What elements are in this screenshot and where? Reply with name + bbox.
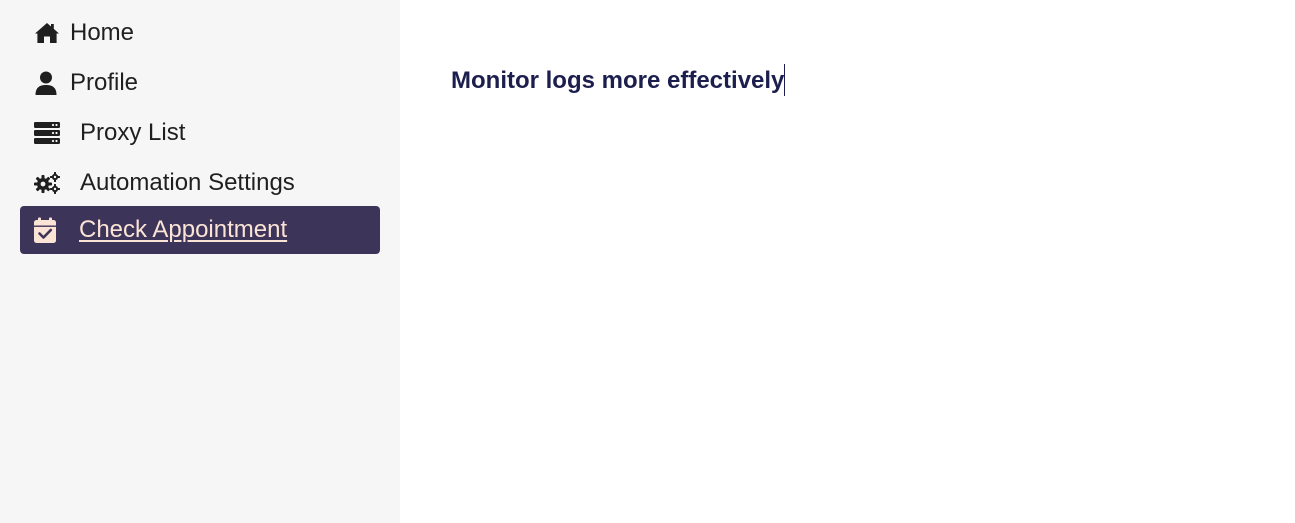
- sidebar: Home Profile Proxy List Automation Setti…: [0, 0, 400, 523]
- sidebar-item-automation-settings[interactable]: Automation Settings: [20, 159, 380, 207]
- sidebar-item-proxy-list[interactable]: Proxy List: [20, 109, 380, 157]
- sidebar-item-label: Check Appointment: [79, 216, 288, 243]
- gears-icon: [34, 170, 60, 196]
- calendar-check-icon: [34, 217, 60, 243]
- sidebar-item-label: Automation Settings: [80, 169, 295, 196]
- sidebar-item-label: Home: [70, 19, 135, 46]
- sidebar-item-profile[interactable]: Profile: [20, 59, 380, 107]
- sidebar-item-label: Profile: [70, 69, 139, 96]
- text-caret: [784, 64, 786, 96]
- sidebar-item-check-appointment[interactable]: Check Appointment: [20, 206, 380, 254]
- main-content: Monitor logs more effectively: [400, 0, 1295, 523]
- user-icon: [34, 70, 60, 96]
- sidebar-item-label: Proxy List: [80, 119, 186, 146]
- headline-text: Monitor logs more effectively: [451, 67, 785, 94]
- page-headline: Monitor logs more effectively: [451, 64, 786, 96]
- sidebar-item-home[interactable]: Home: [20, 9, 380, 57]
- home-icon: [34, 20, 60, 46]
- app-window: Home Profile Proxy List Automation Setti…: [0, 0, 1295, 523]
- server-icon: [34, 120, 60, 146]
